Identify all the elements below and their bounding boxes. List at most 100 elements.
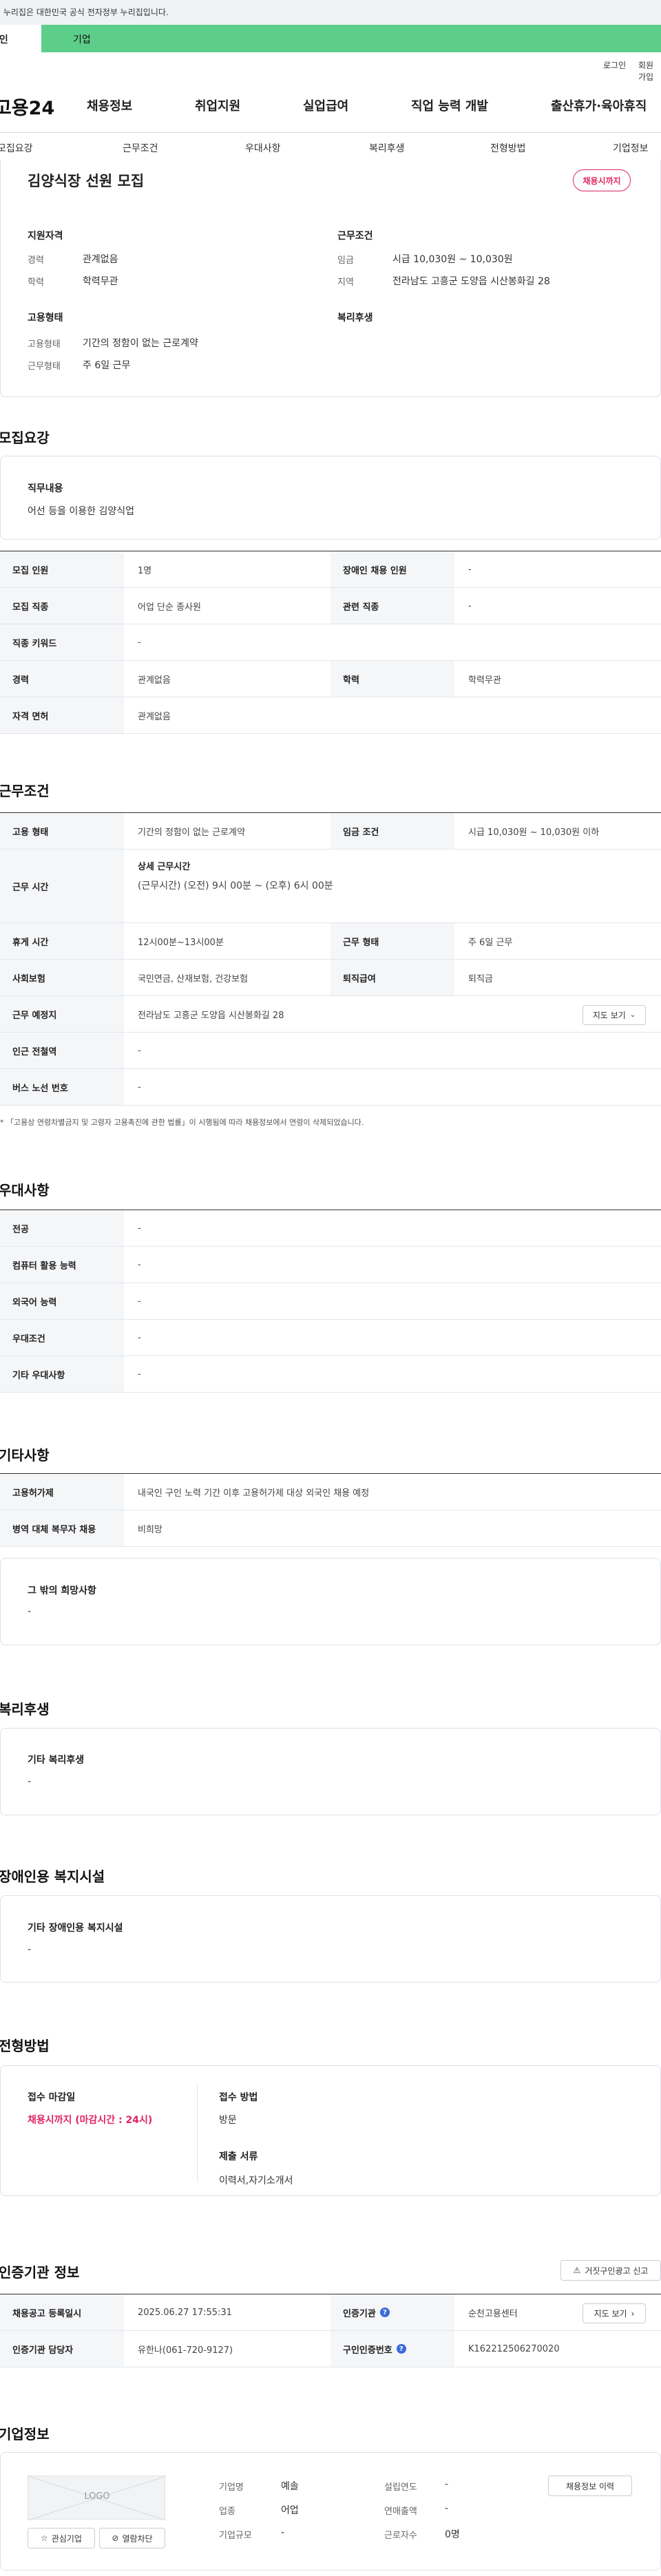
table-header: 퇴직급여 xyxy=(330,960,454,995)
cert-map-button[interactable]: 지도 보기 › xyxy=(583,2303,646,2323)
employee-count-value: 0명 xyxy=(445,2529,460,2540)
block-view-button[interactable]: ⊘ 열람차단 xyxy=(99,2528,165,2548)
work-time-value: (근무시간) (오전) 9시 00분 ~ (오후) 6시 00분 xyxy=(138,880,333,891)
gnb-item-support[interactable]: 취업지원 xyxy=(195,96,240,114)
table-cell: - xyxy=(468,600,472,611)
founded-value: - xyxy=(445,2479,449,2490)
table-header: 인증기관 담당자 xyxy=(0,2331,124,2367)
site-logo[interactable]: 고용24 xyxy=(0,93,54,120)
table-row: 우대조건 - xyxy=(0,1320,661,1356)
table-row: 휴게 시간 12시00분~13시00분 근무 형태 주 6일 근무 xyxy=(0,923,661,960)
table-header: 인증기관? xyxy=(330,2294,454,2330)
table-header: 외국어 능력 xyxy=(0,1283,124,1319)
employment-heading: 고용형태 xyxy=(28,313,63,324)
welfare-heading: 복리후생 xyxy=(0,1701,50,1718)
gnb-item-jobs[interactable]: 채용정보 xyxy=(87,96,132,114)
welfare-box-heading: 기타 복리후생 xyxy=(28,1755,85,1766)
qualification-heading: 지원자격 xyxy=(28,231,63,242)
logo-placeholder-text: LOGO xyxy=(84,2491,110,2502)
tab-personal[interactable]: 개인 xyxy=(0,25,41,52)
table-cell: - xyxy=(138,1332,141,1343)
disability-box-heading: 기타 장애인용 복지시설 xyxy=(28,1923,123,1934)
table-header: 근무 예정지 xyxy=(0,996,124,1032)
table-cell: - xyxy=(138,1223,141,1234)
table-row: 병역 대체 복무자 채용 비희망 xyxy=(0,1510,661,1547)
subnav-recruit[interactable]: 모집요강 xyxy=(0,141,33,155)
subnav-preference[interactable]: 우대사항 xyxy=(245,141,281,155)
other-wish-box xyxy=(0,1558,661,1645)
documents-heading: 제출 서류 xyxy=(219,2151,258,2162)
disability-heading: 장애인용 복지시설 xyxy=(0,1868,105,1885)
table-cell: 비희망 xyxy=(138,1524,162,1535)
work-time-cell: 상세 근무시간 (근무시간) (오전) 9시 00분 ~ (오후) 6시 00분 xyxy=(124,849,661,922)
table-header: 우대조건 xyxy=(0,1320,124,1355)
tab-company[interactable]: 기업 xyxy=(41,25,661,52)
gnb-item-leave[interactable]: 출산휴가·육아휴직 xyxy=(551,96,647,114)
job-title: 김양식장 선원 모집 xyxy=(28,173,145,189)
help-icon[interactable]: ? xyxy=(396,2344,406,2354)
other-wish-value: - xyxy=(28,1606,32,1617)
duty-heading: 직무내용 xyxy=(28,483,63,494)
table-row: 근무 예정지 전라남도 고흥군 도양읍 시산봉화길 28 xyxy=(0,996,661,1033)
table-cell: 주 6일 근무 xyxy=(468,937,513,948)
career-value: 관계없음 xyxy=(83,254,118,265)
job-history-button[interactable]: 채용정보 이력 xyxy=(548,2475,632,2496)
chevron-right-icon: › xyxy=(631,2308,635,2319)
recruit-heading: 모집요강 xyxy=(0,430,50,446)
gnb-item-benefits[interactable]: 실업급여 xyxy=(303,96,348,114)
table-header: 채용공고 등록일시 xyxy=(0,2294,124,2330)
subnav-company[interactable]: 기업정보 xyxy=(613,141,649,155)
preference-heading: 우대사항 xyxy=(0,1182,50,1199)
table-header: 모집 인원 xyxy=(0,551,124,587)
table-cell: 시급 10,030원 ~ 10,030원 이하 xyxy=(468,827,600,838)
method-value: 방문 xyxy=(219,2115,237,2126)
table-cell: 국민연금, 산재보험, 건강보험 xyxy=(138,973,249,984)
table-cell: 12시00분~13시00분 xyxy=(138,937,224,948)
work-type-value: 주 6일 근무 xyxy=(83,360,131,371)
region-value: 전라남도 고흥군 도양읍 시산봉화길 28 xyxy=(392,276,550,287)
subnav-welfare[interactable]: 복리후생 xyxy=(369,141,405,155)
favorite-company-button[interactable]: ☆ 관심기업 xyxy=(28,2528,95,2548)
subnav-process[interactable]: 전형방법 xyxy=(490,141,526,155)
company-logo-placeholder: LOGO xyxy=(28,2475,167,2521)
asterisk-icon: * xyxy=(0,1118,6,1127)
map-button[interactable]: 지도 보기 ⌄ xyxy=(583,1005,646,1025)
table-row: 외국어 능력 - xyxy=(0,1283,661,1320)
table-header: 모집 직종 xyxy=(0,588,124,624)
table-header: 인근 전철역 xyxy=(0,1033,124,1068)
welfare-box xyxy=(0,1728,661,1815)
education-value: 학력무관 xyxy=(83,276,118,287)
table-cell: - xyxy=(138,1045,141,1056)
login-link[interactable]: 로그인 xyxy=(603,59,626,71)
gnb-item-training[interactable]: 직업 능력 개발 xyxy=(411,96,488,114)
report-fake-ad-button[interactable]: ⚠ 거짓구인광고 신고 xyxy=(560,2260,661,2281)
table-header: 학력 xyxy=(330,661,454,697)
table-header: 자격 면허 xyxy=(0,697,124,733)
conditions-heading: 근무조건 xyxy=(337,231,373,242)
process-heading: 전형방법 xyxy=(0,2038,50,2054)
table-header: 휴게 시간 xyxy=(0,923,124,959)
table-row: 채용공고 등록일시 2025.06.27 17:55:31 인증기관? 순천고용… xyxy=(0,2294,661,2331)
subnav-conditions[interactable]: 근무조건 xyxy=(123,141,158,155)
table-cell: 1명 xyxy=(138,565,152,576)
duty-box xyxy=(0,456,661,540)
table-row: 자격 면허 관계없음 xyxy=(0,697,661,734)
table-cell: 전라남도 고흥군 도양읍 시산봉화길 28 xyxy=(138,1010,284,1021)
help-icon[interactable]: ? xyxy=(379,2308,390,2317)
welfare-box-value: - xyxy=(28,1776,32,1787)
education-label: 학력 xyxy=(28,277,44,288)
table-header: 경력 xyxy=(0,661,124,697)
table-cell: - xyxy=(138,637,141,648)
process-box xyxy=(0,2065,661,2196)
company-name-label: 기업명 xyxy=(219,2482,244,2493)
company-heading: 기업정보 xyxy=(0,2426,50,2442)
table-cell: - xyxy=(138,1296,141,1307)
chevron-down-icon: ⌄ xyxy=(629,1011,636,1019)
join-link[interactable]: 회원가입 xyxy=(638,59,661,83)
deadline-heading: 접수 마감일 xyxy=(28,2092,76,2103)
table-cell: - xyxy=(468,564,472,575)
work-heading: 근무조건 xyxy=(0,783,50,799)
table-cell: - xyxy=(138,1081,141,1092)
disability-box-value: - xyxy=(28,1944,32,1955)
alarm-icon: ⚠ xyxy=(573,2266,581,2275)
